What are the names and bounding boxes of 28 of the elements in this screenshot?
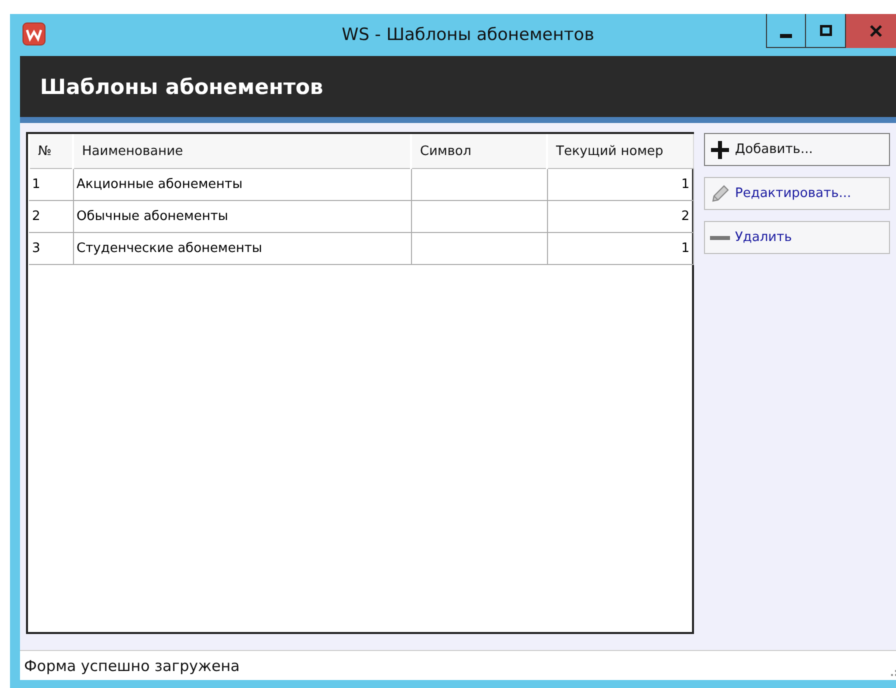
minus-icon — [710, 236, 730, 240]
table-cell: Обычные абонементы — [73, 200, 411, 232]
app-logo-icon — [22, 22, 46, 46]
page-heading: Шаблоны абонементов — [40, 74, 324, 98]
table-cell: 1 — [547, 168, 693, 200]
pencil-icon — [710, 184, 730, 204]
column-header[interactable]: Наименование — [73, 134, 411, 168]
delete-button[interactable]: Удалить — [704, 221, 890, 254]
table-cell: 1 — [547, 232, 693, 264]
minimize-icon — [780, 34, 792, 38]
column-header[interactable]: Текущий номер — [547, 134, 693, 168]
plus-icon — [710, 140, 730, 160]
close-button[interactable] — [846, 14, 896, 48]
table-cell: Акционные абонементы — [73, 168, 411, 200]
table-cell: Студенческие абонементы — [73, 232, 411, 264]
close-icon — [870, 25, 882, 37]
window-title: WS - Шаблоны абонементов — [342, 25, 594, 45]
table-cell: 2 — [547, 200, 693, 232]
maximize-icon — [820, 25, 832, 36]
column-header[interactable]: № — [29, 134, 73, 168]
table-cell: 1 — [29, 168, 73, 200]
edit-button[interactable]: Редактировать... — [704, 177, 890, 210]
minimize-button[interactable] — [766, 14, 806, 48]
add-button[interactable]: Добавить... — [704, 133, 890, 166]
column-header[interactable]: Символ — [411, 134, 547, 168]
table-cell: 3 — [29, 232, 73, 264]
table-cell: 2 — [29, 200, 73, 232]
status-text: Форма успешно загружена — [24, 656, 240, 674]
